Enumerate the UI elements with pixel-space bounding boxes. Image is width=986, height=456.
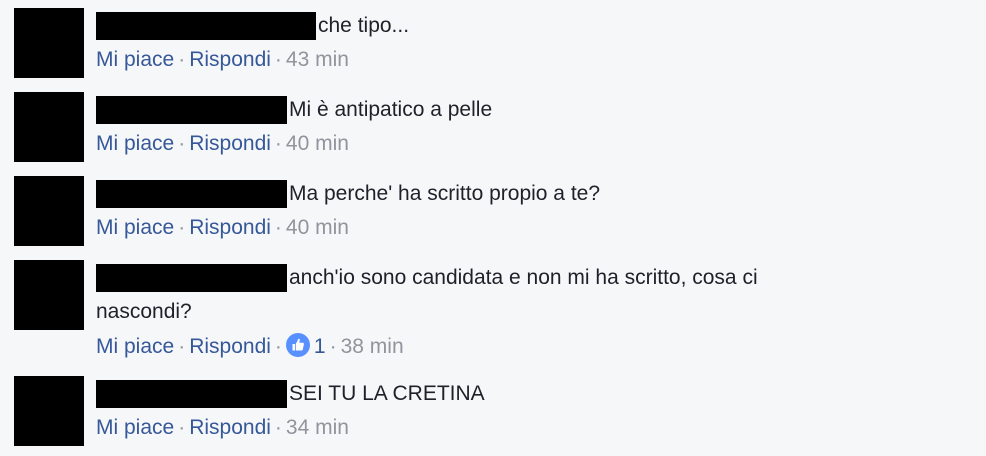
comment-body: anch'io sono candidata e non mi ha scrit… xyxy=(96,264,856,361)
like-link[interactable]: Mi piace xyxy=(96,216,174,239)
separator-dot: · xyxy=(329,335,337,358)
avatar[interactable] xyxy=(14,8,84,78)
redacted-author-name[interactable] xyxy=(96,180,287,208)
separator-dot: · xyxy=(178,216,186,239)
comment-actions: Mi piace · Rispondi · 43 min xyxy=(96,46,946,74)
comment-actions: Mi piace · Rispondi · 1 · 38 min xyxy=(96,333,856,361)
comment-body: Ma perche' ha scritto propio a te? Mi pi… xyxy=(96,180,946,242)
separator-dot: · xyxy=(178,48,186,71)
redacted-author-name[interactable] xyxy=(96,12,316,40)
separator-dot: · xyxy=(178,132,186,155)
reply-link[interactable]: Rispondi xyxy=(189,48,271,71)
reaction-count[interactable]: 1 xyxy=(310,335,326,358)
avatar[interactable] xyxy=(14,92,84,162)
comment-timestamp[interactable]: 40 min xyxy=(286,132,349,155)
comment-text: Mi è antipatico a pelle xyxy=(289,98,493,121)
redacted-author-name[interactable] xyxy=(96,96,287,124)
separator-dot: · xyxy=(274,416,282,439)
like-thumb-icon[interactable] xyxy=(285,333,310,358)
like-link[interactable]: Mi piace xyxy=(96,416,174,439)
comment-timestamp[interactable]: 40 min xyxy=(286,216,349,239)
reply-link[interactable]: Rispondi xyxy=(189,335,271,358)
comment-text: SEI TU LA CRETINA xyxy=(289,382,485,405)
avatar[interactable] xyxy=(14,260,84,330)
comment-timestamp[interactable]: 34 min xyxy=(286,416,349,439)
comment-body: SEI TU LA CRETINA Mi piace · Rispondi · 34 m… xyxy=(96,380,946,442)
comment-actions: Mi piace · Rispondi · 40 min xyxy=(96,214,946,242)
comment-timestamp[interactable]: 38 min xyxy=(341,335,404,358)
like-link[interactable]: Mi piace xyxy=(96,335,174,358)
reply-link[interactable]: Rispondi xyxy=(189,132,271,155)
separator-dot: · xyxy=(274,132,282,155)
redacted-author-name[interactable] xyxy=(96,380,287,408)
like-link[interactable]: Mi piace xyxy=(96,132,174,155)
separator-dot: · xyxy=(274,335,282,358)
comment-timestamp[interactable]: 43 min xyxy=(286,48,349,71)
avatar[interactable] xyxy=(14,376,84,446)
separator-dot: · xyxy=(178,416,186,439)
comment-actions: Mi piace · Rispondi · 40 min xyxy=(96,130,946,158)
separator-dot: · xyxy=(178,335,186,358)
reply-link[interactable]: Rispondi xyxy=(189,416,271,439)
like-link[interactable]: Mi piace xyxy=(96,48,174,71)
separator-dot: · xyxy=(274,216,282,239)
comment-actions: Mi piace · Rispondi · 34 min xyxy=(96,414,946,442)
comment-body: Mi è antipatico a pelle Mi piace · Rispond… xyxy=(96,96,946,158)
redacted-author-name[interactable] xyxy=(96,264,287,292)
comment-body: che tipo... Mi piace · Rispondi · 43 min xyxy=(96,12,946,74)
reply-link[interactable]: Rispondi xyxy=(189,216,271,239)
comment-text: Ma perche' ha scritto propio a te? xyxy=(289,182,601,205)
avatar[interactable] xyxy=(14,176,84,246)
comment-text: che tipo... xyxy=(318,14,410,37)
separator-dot: · xyxy=(274,48,282,71)
